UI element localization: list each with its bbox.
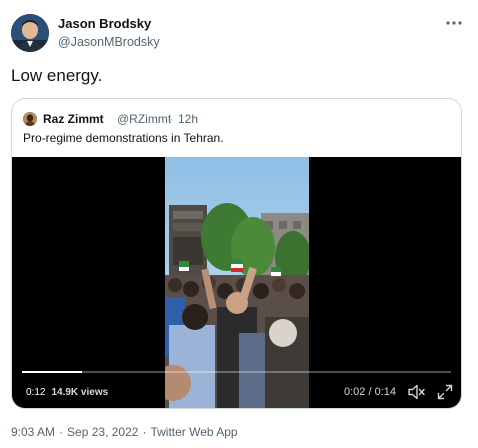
video-time-badge: 0:12 14.9K views bbox=[21, 385, 114, 400]
author-avatar[interactable] bbox=[11, 14, 49, 52]
video-views-label: 14.9K views bbox=[51, 387, 109, 398]
video-playback-time: 0:02 / 0:14 bbox=[344, 386, 396, 398]
quoted-separator: · bbox=[169, 112, 173, 126]
tweet: Jason Brodsky @JasonMBrodsky Low energy.… bbox=[0, 0, 478, 448]
quoted-tweet[interactable]: Raz Zimmt @RZimmt · 12h Pro-regime demon… bbox=[11, 98, 462, 409]
mute-button[interactable] bbox=[408, 384, 426, 400]
quoted-author-handle: @RZimmt bbox=[117, 112, 172, 126]
tweet-time[interactable]: 9:03 AM bbox=[11, 425, 55, 439]
speaker-muted-icon bbox=[408, 384, 425, 400]
quoted-author-avatar[interactable] bbox=[23, 112, 37, 126]
tweet-text: Low energy. bbox=[11, 66, 103, 85]
tweet-date[interactable]: Sep 23, 2022 bbox=[67, 425, 138, 439]
author-handle[interactable]: @JasonMBrodsky bbox=[58, 35, 160, 49]
video-elapsed-label: 0:12 bbox=[26, 387, 46, 398]
meta-separator: · bbox=[59, 425, 64, 439]
quoted-tweet-text: Pro-regime demonstrations in Tehran. bbox=[23, 131, 224, 145]
author-name[interactable]: Jason Brodsky bbox=[58, 16, 151, 31]
video-progress-bar[interactable] bbox=[22, 371, 451, 373]
quoted-author-name: Raz Zimmt bbox=[43, 112, 104, 126]
meta-separator: · bbox=[142, 425, 147, 439]
tweet-source[interactable]: Twitter Web App bbox=[150, 425, 237, 439]
more-options-button[interactable] bbox=[444, 14, 464, 32]
fullscreen-icon bbox=[437, 384, 453, 400]
video-player[interactable]: 0:12 14.9K views 0:02 / 0:14 bbox=[12, 157, 461, 408]
fullscreen-button[interactable] bbox=[437, 384, 453, 400]
quoted-timestamp[interactable]: 12h bbox=[178, 112, 198, 126]
video-progress-fill bbox=[22, 371, 83, 373]
more-horizontal-icon bbox=[446, 21, 462, 25]
tweet-meta: 9:03 AM · Sep 23, 2022 · Twitter Web App bbox=[11, 425, 238, 439]
